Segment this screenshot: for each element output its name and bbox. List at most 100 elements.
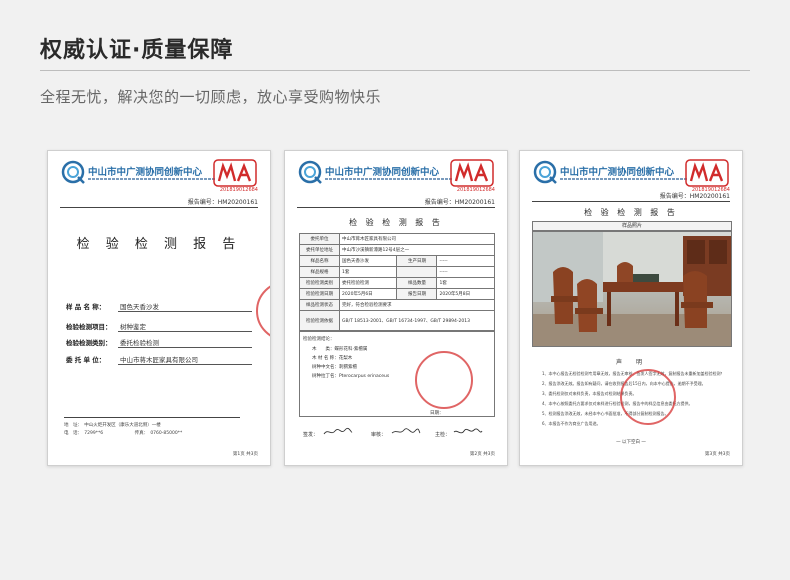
header-rule — [297, 207, 495, 208]
table-row: 样品名称 国色天香沙发 生产日期 ----- — [299, 255, 495, 267]
table-cell: 1套 — [338, 266, 398, 278]
report-number: 报告编号：HM20200161 — [659, 193, 730, 200]
signer-review-label: 审核： — [371, 432, 387, 438]
photo-label: 样品照片 — [532, 221, 732, 231]
furniture-photo-icon — [533, 232, 731, 346]
table-cell: 2020年5月6日 — [338, 288, 398, 300]
conclusion-line: 检验检测结论： — [303, 337, 335, 342]
field-value: 委托检验检测 — [120, 339, 159, 347]
table-cell — [396, 266, 438, 278]
report-photo-page[interactable]: 中山市中广测协同创新中心 201819012684 报告编号：HM2020016… — [519, 150, 743, 466]
report-header: 中山市中广测协同创新中心 201819012684 — [297, 159, 497, 193]
table-cell: 1套 — [436, 277, 495, 289]
table-cell: 检验检测类别 — [299, 277, 340, 289]
field-value: 国色天香沙发 — [120, 303, 159, 311]
page-number: 第2页 共3页 — [469, 452, 495, 457]
field-label: 样 品 名 称： — [66, 303, 106, 311]
table-cell: 检验检测依据 — [299, 310, 340, 331]
table-row: 委托单位 中山市蒋木匠家具有限公司 — [299, 233, 495, 245]
table-cell: 委托单位地址 — [299, 244, 340, 256]
report-title: 检 验 检 测 报 告 — [76, 237, 242, 252]
field-underline — [118, 311, 252, 312]
report-info-table: 委托单位 中山市蒋木匠家具有限公司 委托单位地址 中山市沙溪镇新濠路12号4层之… — [299, 233, 495, 331]
cma-code: 201819012684 — [456, 187, 495, 193]
title-divider — [40, 70, 750, 71]
table-cell: 报告日期 — [396, 288, 438, 300]
field-sample-name: 样 品 名 称： 国色天香沙发 — [66, 299, 252, 312]
inspection-seal — [256, 281, 270, 341]
org-name: 中山市中广测协同创新中心 — [88, 167, 203, 178]
org-english-name — [325, 178, 453, 180]
report-title: 检 验 检 测 报 告 — [584, 208, 678, 217]
table-cell: 国色天香沙发 — [338, 255, 398, 267]
report-data-page[interactable]: 中山市中广测协同创新中心 201819012684 报告编号：HM2020016… — [284, 150, 508, 466]
report-number: 报告编号：HM20200161 — [424, 199, 495, 206]
page-number: 第3页 共3页 — [704, 452, 730, 457]
table-cell: 2020年5月8日 — [436, 288, 495, 300]
inspection-seal — [620, 369, 676, 425]
header-rule — [532, 201, 730, 202]
table-cell: ----- — [436, 266, 495, 278]
signature-scribble-icon — [391, 428, 421, 434]
field-label: 检验检测类别： — [66, 339, 112, 347]
report-header: 中山市中广测协同创新中心 201819012684 — [532, 159, 732, 193]
footer-rule — [64, 417, 240, 419]
org-logo-icon — [61, 160, 85, 184]
cma-logo-icon — [450, 159, 494, 187]
table-cell: 委托检验检测 — [338, 277, 398, 289]
table-cell: 样品数量 — [396, 277, 438, 289]
table-row: 检验检测日期 2020年5月6日 报告日期 2020年5月8日 — [299, 288, 495, 300]
table-row: 检验检测依据 GB/T 18513-2001、GB/T 16734-1997、G… — [299, 310, 495, 331]
field-underline — [118, 364, 252, 365]
table-cell: 样品检测状态 — [299, 299, 340, 311]
footer-phone: 电 话： 7299**6 传真： 0760-85000** — [64, 431, 183, 436]
org-logo-icon — [298, 160, 322, 184]
report-title: 检 验 检 测 报 告 — [349, 218, 443, 227]
signature-scribble-icon — [453, 428, 483, 434]
table-cell: 样品名称 — [299, 255, 340, 267]
conclusion-line: 树种中文名：刺猬紫檀 — [312, 365, 357, 370]
table-cell: 样品规格 — [299, 266, 340, 278]
report-cover-page[interactable]: 中山市中广测协同创新中心 201819012684 报告编号：HM2020016… — [47, 150, 271, 466]
page-subtitle: 全程无忧，解决您的一切顾虑，放心享受购物快乐 — [40, 88, 382, 106]
field-label: 检验检测项目： — [66, 323, 112, 331]
table-cell: 委托单位 — [299, 233, 340, 245]
field-label: 委 托 单 位： — [66, 356, 106, 364]
declaration-end: 一 以下空白 一 — [616, 440, 646, 445]
declaration-title: 声 明 — [615, 359, 646, 366]
table-row: 检验检测类别 委托检验检测 样品数量 1套 — [299, 277, 495, 289]
page-number: 第1页 共3页 — [232, 452, 258, 457]
sample-photo — [532, 231, 732, 347]
cma-logo-icon — [213, 159, 257, 187]
org-name: 中山市中广测协同创新中心 — [560, 167, 675, 178]
org-english-name — [88, 178, 216, 180]
field-value: 中山市蒋木匠家具有限公司 — [120, 356, 198, 364]
field-value: 树种鉴定 — [120, 323, 146, 331]
cma-logo-icon — [685, 159, 729, 187]
cma-code: 201819012684 — [219, 187, 258, 193]
table-cell: 检验检测日期 — [299, 288, 340, 300]
page-title: 权威认证·质量保障 — [40, 38, 234, 63]
table-cell: 中山市沙溪镇新濠路12号4层之一 — [339, 244, 495, 256]
table-cell: ----- — [436, 255, 495, 267]
signature-scribble-icon — [323, 427, 353, 435]
field-client: 委 托 单 位： 中山市蒋木匠家具有限公司 — [66, 352, 252, 365]
field-test-item: 检验检测项目： 树种鉴定 — [66, 319, 252, 332]
conclusion-line: 树种拉丁名：Pterocarpus erinaceus — [312, 374, 390, 379]
report-header: 中山市中广测协同创新中心 201819012684 — [60, 159, 260, 193]
conclusion-line: 木 类：蝶形花科·紫檀属 — [312, 347, 368, 352]
table-row: 样品规格 1套 ----- — [299, 266, 495, 278]
signer-main-label: 主检： — [435, 432, 451, 438]
field-underline — [118, 331, 252, 332]
table-row: 委托单位地址 中山市沙溪镇新濠路12号4层之一 — [299, 244, 495, 256]
declaration-line: 6、本报告不作为商业广告用途。 — [542, 421, 601, 426]
org-english-name — [560, 178, 688, 180]
table-row: 样品检测状态 完好，符合检验检测要求 — [299, 299, 495, 311]
table-cell: GB/T 18513-2001、GB/T 16734-1997、GB/T 298… — [339, 310, 495, 331]
header-rule — [60, 207, 258, 208]
conclusion-date-label: 日期： — [430, 411, 444, 416]
inspection-seal — [415, 351, 473, 409]
org-logo-icon — [533, 160, 557, 184]
field-underline — [118, 347, 252, 348]
field-test-category: 检验检测类别： 委托检验检测 — [66, 335, 252, 348]
